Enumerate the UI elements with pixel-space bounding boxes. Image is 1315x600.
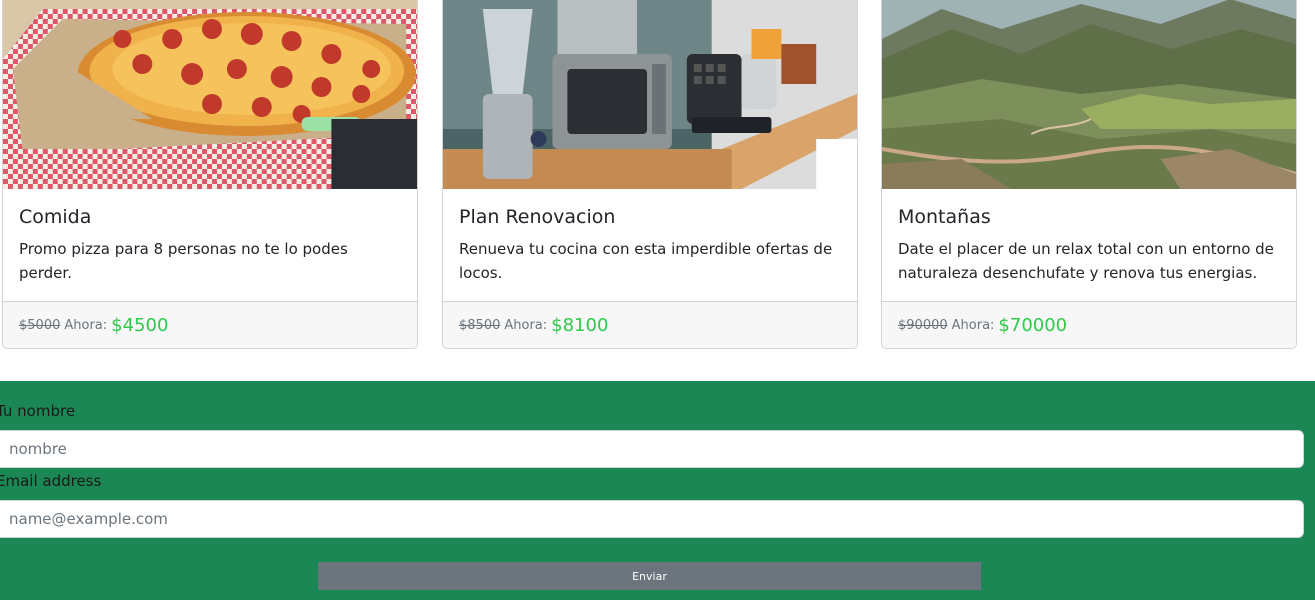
email-input[interactable] xyxy=(0,500,1304,538)
old-price: $8500 xyxy=(459,318,501,333)
card-description: Date el placer de un relax total con un … xyxy=(898,240,1274,282)
now-label: Ahora: xyxy=(64,318,108,333)
offer-card-comida: Comida Promo pizza para 8 personas no te… xyxy=(2,0,418,349)
card-title: Comida xyxy=(19,206,92,228)
card-price-footer: $5000 Ahora: $4500 xyxy=(3,301,417,348)
new-price: $8100 xyxy=(551,315,609,336)
card-description: Promo pizza para 8 personas no te lo pod… xyxy=(19,240,348,282)
old-price: $5000 xyxy=(19,318,61,333)
now-label: Ahora: xyxy=(504,318,548,333)
name-input[interactable] xyxy=(0,430,1304,468)
pizza-image xyxy=(3,0,417,189)
now-label: Ahora: xyxy=(951,318,995,333)
submit-button[interactable]: Enviar xyxy=(318,562,981,590)
offer-card-montanas: Montañas Date el placer de un relax tota… xyxy=(881,0,1297,349)
offers-card-grid: Comida Promo pizza para 8 personas no te… xyxy=(0,0,1315,350)
new-price: $4500 xyxy=(111,315,169,336)
card-description: Renueva tu cocina con esta imperdible of… xyxy=(459,240,833,282)
contact-form: Tu nombre Email address Enviar xyxy=(0,381,1315,600)
email-label: Email address xyxy=(0,472,102,490)
kitchen-appliances-image xyxy=(443,0,857,189)
mountains-image xyxy=(882,0,1296,189)
old-price: $90000 xyxy=(898,318,948,333)
card-title: Montañas xyxy=(898,206,991,228)
card-price-footer: $8500 Ahora: $8100 xyxy=(443,301,857,348)
new-price: $70000 xyxy=(998,315,1068,336)
card-title: Plan Renovacion xyxy=(459,206,616,228)
name-label: Tu nombre xyxy=(0,402,76,420)
card-price-footer: $90000 Ahora: $70000 xyxy=(882,301,1296,348)
offer-card-plan-renovacion: Plan Renovacion Renueva tu cocina con es… xyxy=(442,0,858,349)
